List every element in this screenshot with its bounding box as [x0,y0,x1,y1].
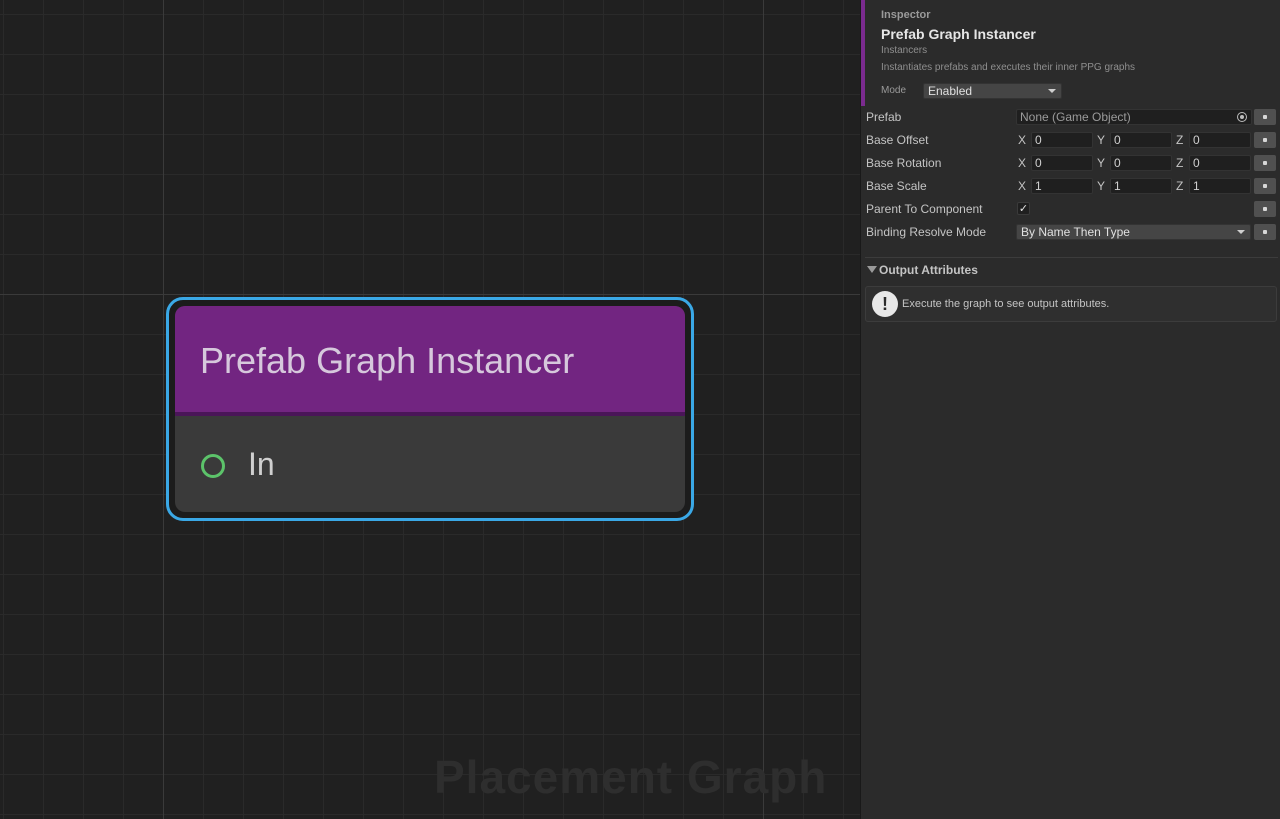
inspector-title: Prefab Graph Instancer [881,26,1036,42]
parent-to-component-checkbox[interactable]: ✓ [1017,202,1030,215]
base-rotation-label: Base Rotation [866,156,942,170]
base-offset-y-field[interactable]: 0 [1110,132,1172,148]
warning-icon: ! [872,291,898,317]
chevron-down-icon [1237,230,1245,234]
object-picker-icon[interactable] [1237,112,1247,122]
axis-x-label: X [1018,156,1027,170]
base-rotation-x-field[interactable]: 0 [1031,155,1093,171]
mode-dropdown[interactable]: Enabled [923,83,1062,99]
prefab-label: Prefab [866,110,902,124]
input-port-label: In [248,446,275,482]
base-offset-x-field[interactable]: 0 [1031,132,1093,148]
node-title: Prefab Graph Instancer [200,340,575,381]
inspector-category: Instancers [881,45,928,56]
grid-major-line [763,0,764,819]
chevron-down-icon [1048,89,1056,93]
node-header[interactable]: Prefab Graph Instancer [175,306,685,416]
axis-x-label: X [1018,179,1027,193]
parent-to-component-override-button[interactable] [1254,201,1276,217]
input-port-icon[interactable] [201,454,225,478]
base-scale-label: Base Scale [866,179,927,193]
prefab-object-field[interactable]: None (Game Object) [1016,109,1252,125]
base-rotation-override-button[interactable] [1254,155,1276,171]
axis-z-label: Z [1176,133,1184,147]
axis-z-label: Z [1176,156,1184,170]
output-attributes-title: Output Attributes [879,263,978,277]
axis-y-label: Y [1097,133,1106,147]
mode-label: Mode [881,85,907,96]
base-scale-override-button[interactable] [1254,178,1276,194]
parent-to-component-label: Parent To Component [866,202,983,216]
inspector-description: Instantiates prefabs and executes their … [881,62,1136,73]
axis-z-label: Z [1176,179,1184,193]
base-rotation-y-field[interactable]: 0 [1110,155,1172,171]
node-body: Prefab Graph Instancer In [175,306,685,512]
foldout-triangle-icon[interactable] [867,266,877,273]
prefab-override-button[interactable] [1254,109,1276,125]
binding-resolve-mode-value: By Name Then Type [1021,225,1130,239]
base-offset-override-button[interactable] [1254,132,1276,148]
binding-resolve-mode-dropdown[interactable]: By Name Then Type [1016,224,1251,240]
base-scale-x-field[interactable]: 1 [1031,178,1093,194]
graph-watermark: Placement Graph [434,751,828,803]
prefab-graph-instancer-node[interactable]: Prefab Graph Instancer In [166,297,694,521]
output-attributes-help-box: ! Execute the graph to see output attrib… [865,286,1277,322]
base-scale-y-field[interactable]: 1 [1110,178,1172,194]
axis-y-label: Y [1097,179,1106,193]
base-scale-z-field[interactable]: 1 [1189,178,1251,194]
mode-value: Enabled [928,84,973,98]
inspector-caption: Inspector [881,9,931,21]
base-offset-label: Base Offset [866,133,929,147]
grid-major-line [163,0,164,819]
grid-major-line [0,294,860,295]
section-divider [865,257,1278,258]
output-attributes-foldout[interactable]: Output Attributes [865,262,1278,278]
inspector-header: Inspector Prefab Graph Instancer Instanc… [861,0,1280,106]
base-rotation-z-field[interactable]: 0 [1189,155,1251,171]
binding-resolve-mode-override-button[interactable] [1254,224,1276,240]
base-offset-z-field[interactable]: 0 [1189,132,1251,148]
inspector-panel: Inspector Prefab Graph Instancer Instanc… [861,0,1280,819]
prefab-value: None (Game Object) [1020,110,1131,124]
axis-y-label: Y [1097,156,1106,170]
help-message: Execute the graph to see output attribut… [902,298,1110,310]
axis-x-label: X [1018,133,1027,147]
binding-resolve-mode-label: Binding Resolve Mode [866,225,987,239]
graph-canvas[interactable]: Placement Graph Prefab Graph Instancer I… [0,0,860,819]
